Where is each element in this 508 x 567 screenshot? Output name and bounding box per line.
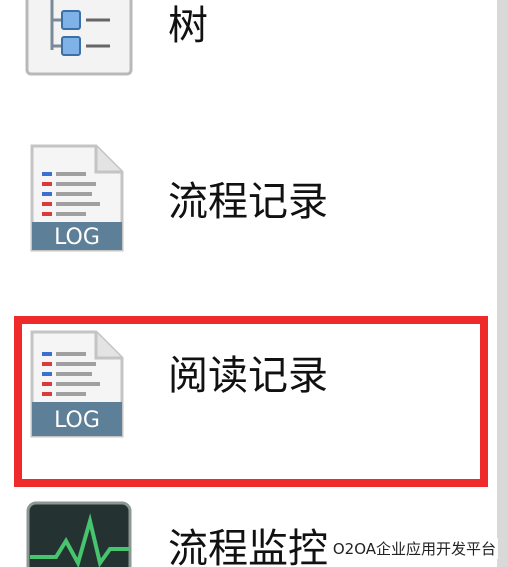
menu-item-label: 树 (168, 3, 208, 49)
menu-item-tree[interactable]: 树 (0, 0, 495, 90)
menu-item-label: 阅读记录 (168, 353, 328, 399)
log-badge-text: LOG (54, 408, 100, 433)
panel-border (497, 0, 508, 567)
menu-item-read-log[interactable]: LOG 阅读记录 (0, 316, 495, 481)
log-badge-text: LOG (54, 225, 100, 250)
watermark: O2OA企业应用开发平台 (330, 538, 498, 559)
log-file-icon: LOG (28, 328, 126, 444)
tree-icon (24, 0, 134, 81)
menu-item-label: 流程监控 (168, 526, 328, 567)
menu-item-flow-log[interactable]: LOG 流程记录 (0, 130, 495, 260)
monitor-icon (26, 501, 132, 567)
menu-item-label: 流程记录 (168, 179, 328, 225)
log-file-icon: LOG (28, 142, 126, 258)
menu-panel: 树 LOG 流程记录 LOG 阅读记录 流程监控 O2OA企业应用开发平台 (0, 0, 508, 567)
